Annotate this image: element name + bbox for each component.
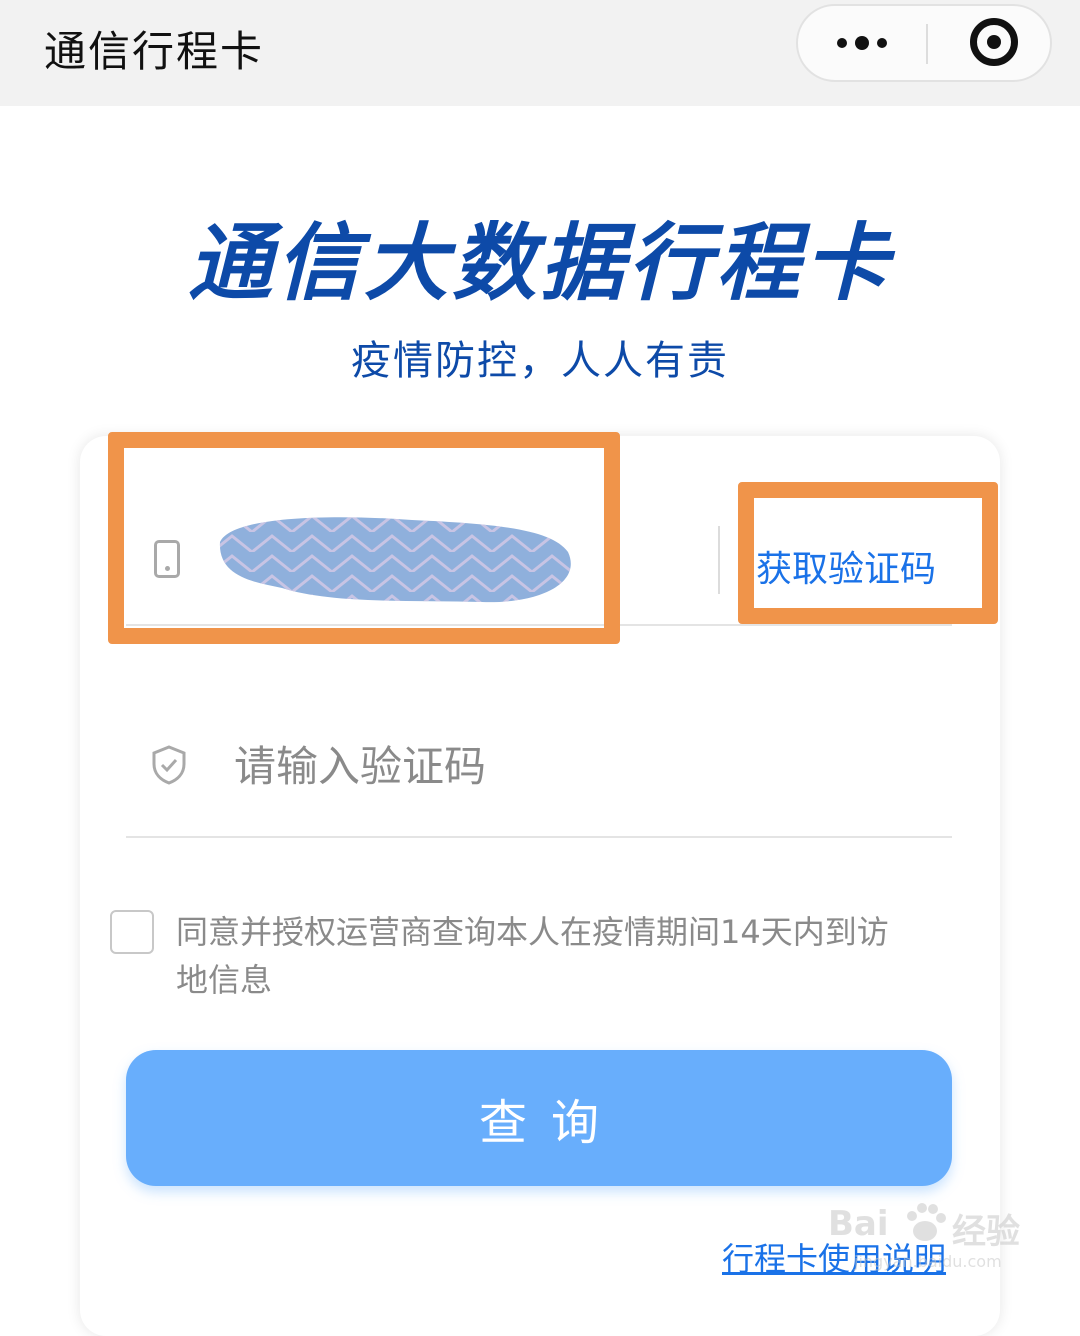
more-dots-icon[interactable]	[830, 6, 894, 80]
page-title: 通信大数据行程卡	[187, 214, 892, 312]
verification-code-input[interactable]	[234, 736, 694, 796]
capsule-menu	[796, 4, 1052, 82]
phone-field-highlight-box	[108, 432, 620, 644]
consent-checkbox[interactable]	[110, 910, 154, 954]
get-code-separator	[718, 526, 720, 594]
baidu-jingyan-watermark: Bai 经验 jingyan.baidu.com	[828, 1190, 1048, 1290]
watermark-brand: Bai	[828, 1204, 889, 1244]
code-row-underline	[126, 836, 952, 838]
nav-title: 通信行程卡	[44, 27, 265, 76]
capsule-divider	[926, 24, 928, 64]
page-subtitle: 疫情防控，人人有责	[351, 338, 729, 384]
query-button[interactable]: 查询	[126, 1050, 952, 1186]
consent-text: 同意并授权运营商查询本人在疫情期间14天内到访地信息	[176, 913, 889, 999]
target-close-icon[interactable]	[970, 18, 1018, 66]
get-code-highlight-box	[738, 482, 998, 624]
paw-icon	[907, 1203, 946, 1241]
watermark-url: jingyan.baidu.com	[854, 1252, 1002, 1271]
watermark-brand-suffix: 经验	[952, 1212, 1020, 1252]
shield-check-icon	[152, 745, 186, 785]
mini-program-nav-bar: 通信行程卡	[0, 0, 1080, 106]
